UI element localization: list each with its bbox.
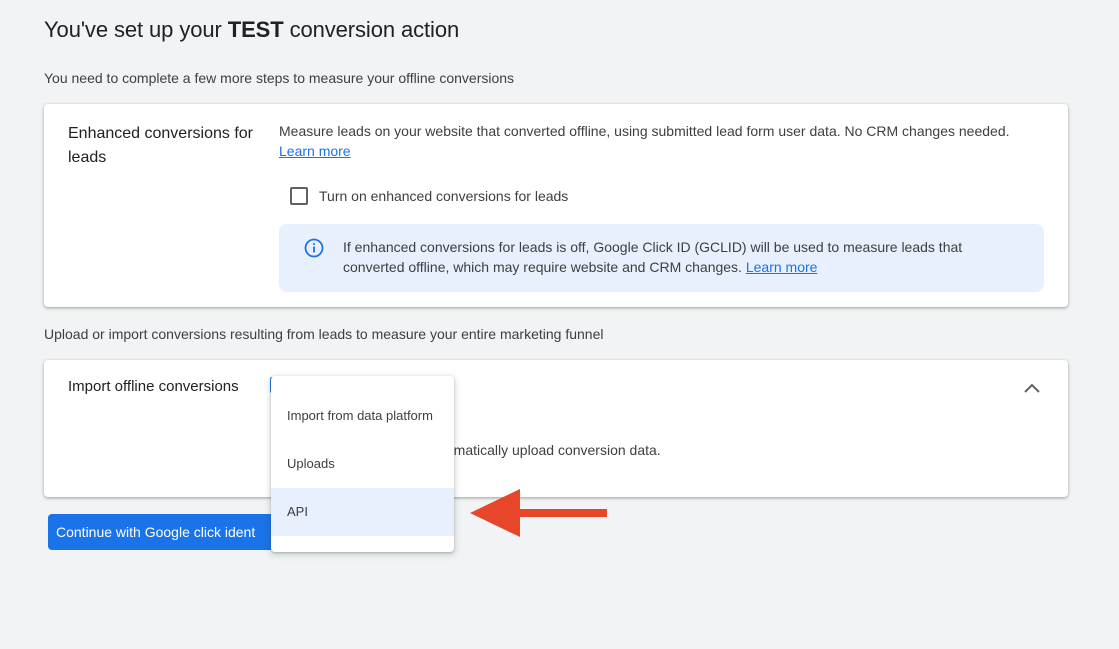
page-title: You've set up your TEST conversion actio…	[44, 15, 459, 45]
page-subtitle: You need to complete a few more steps to…	[44, 70, 515, 86]
conversion-action-name: TEST	[227, 17, 284, 42]
dropdown-item-import-from-data-platform[interactable]: Import from data platform	[271, 392, 454, 440]
import-description: mmatically upload conversion data.	[442, 442, 661, 458]
gclid-info-box: If enhanced conversions for leads is off…	[279, 224, 1044, 292]
import-method-dropdown: Import from data platform Uploads API	[271, 376, 454, 552]
import-offline-conversions-heading: Import offline conversions	[68, 378, 239, 395]
info-icon	[304, 238, 324, 258]
gclid-info-text: If enhanced conversions for leads is off…	[343, 237, 1023, 277]
enhanced-conversions-description-text: Measure leads on your website that conve…	[279, 123, 1010, 139]
upload-section-subtitle: Upload or import conversions resulting f…	[44, 326, 604, 342]
learn-more-link[interactable]: Learn more	[279, 143, 351, 159]
info-learn-more-link[interactable]: Learn more	[746, 259, 818, 275]
dropdown-item-uploads[interactable]: Uploads	[271, 440, 454, 488]
enhanced-conversions-heading: Enhanced conversions for leads	[68, 125, 253, 166]
red-arrow-annotation	[470, 489, 607, 537]
import-offline-conversions-card: Import offline conversions mmatically up…	[44, 360, 1068, 497]
enhanced-conversions-checkbox-row[interactable]: Turn on enhanced conversions for leads	[290, 186, 568, 206]
enhanced-conversions-description: Measure leads on your website that conve…	[279, 121, 1049, 161]
page-title-prefix: You've set up your	[44, 17, 228, 42]
chevron-up-icon[interactable]	[1020, 376, 1044, 400]
dropdown-item-api[interactable]: API	[271, 488, 454, 536]
page-title-suffix: conversion action	[283, 17, 460, 42]
enhanced-conversions-checkbox[interactable]	[290, 187, 308, 205]
enhanced-conversions-card: Enhanced conversions for leads Measure l…	[44, 104, 1068, 307]
continue-button[interactable]: Continue with Google click ident	[48, 514, 288, 550]
checkbox-label[interactable]: Turn on enhanced conversions for leads	[319, 186, 568, 206]
gclid-info-message: If enhanced conversions for leads is off…	[343, 239, 963, 275]
